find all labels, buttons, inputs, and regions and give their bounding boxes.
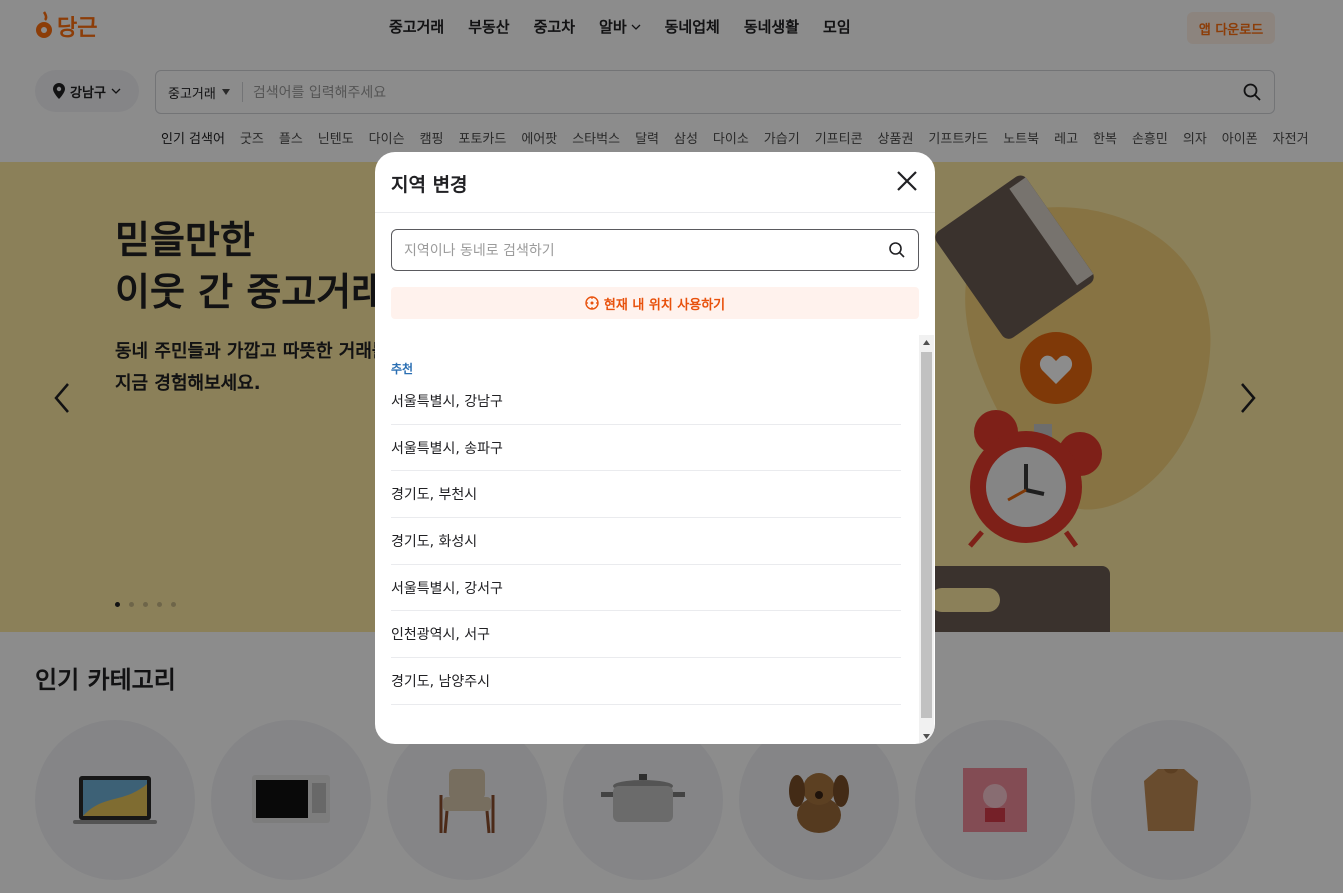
region-change-modal: 지역 변경 지역이나 동네로 검색하기 현재 내 위치 사용하기 추천 서울특별… [375, 152, 935, 744]
close-icon[interactable] [894, 168, 920, 194]
region-item[interactable]: 서울특별시, 강남구 [391, 378, 901, 425]
recommend-label: 추천 [391, 362, 414, 376]
region-item[interactable]: 서울특별시, 송파구 [391, 425, 901, 472]
modal-title: 지역 변경 [391, 174, 468, 196]
region-list-scrollbar[interactable] [919, 335, 934, 744]
region-list: 서울특별시, 강남구 서울특별시, 송파구 경기도, 부천시 경기도, 화성시 … [391, 378, 901, 705]
use-current-location-button[interactable]: 현재 내 위치 사용하기 [391, 287, 919, 319]
region-item[interactable]: 경기도, 남양주시 [391, 658, 901, 705]
scrollbar-thumb[interactable] [921, 352, 932, 718]
region-item[interactable]: 인천광역시, 서구 [391, 611, 901, 659]
scroll-down-arrow-icon[interactable] [919, 729, 934, 744]
use-current-location-label: 현재 내 위치 사용하기 [603, 297, 726, 313]
region-search-input[interactable]: 지역이나 동네로 검색하기 [391, 229, 919, 271]
location-target-icon [585, 296, 599, 310]
region-item[interactable]: 경기도, 부천시 [391, 471, 901, 519]
scroll-up-arrow-icon[interactable] [919, 335, 934, 350]
region-item[interactable]: 서울특별시, 강서구 [391, 565, 901, 612]
modal-header: 지역 변경 [375, 152, 935, 213]
region-search-placeholder: 지역이나 동네로 검색하기 [404, 243, 555, 259]
region-item[interactable]: 경기도, 화성시 [391, 518, 901, 565]
search-icon[interactable] [888, 241, 906, 259]
